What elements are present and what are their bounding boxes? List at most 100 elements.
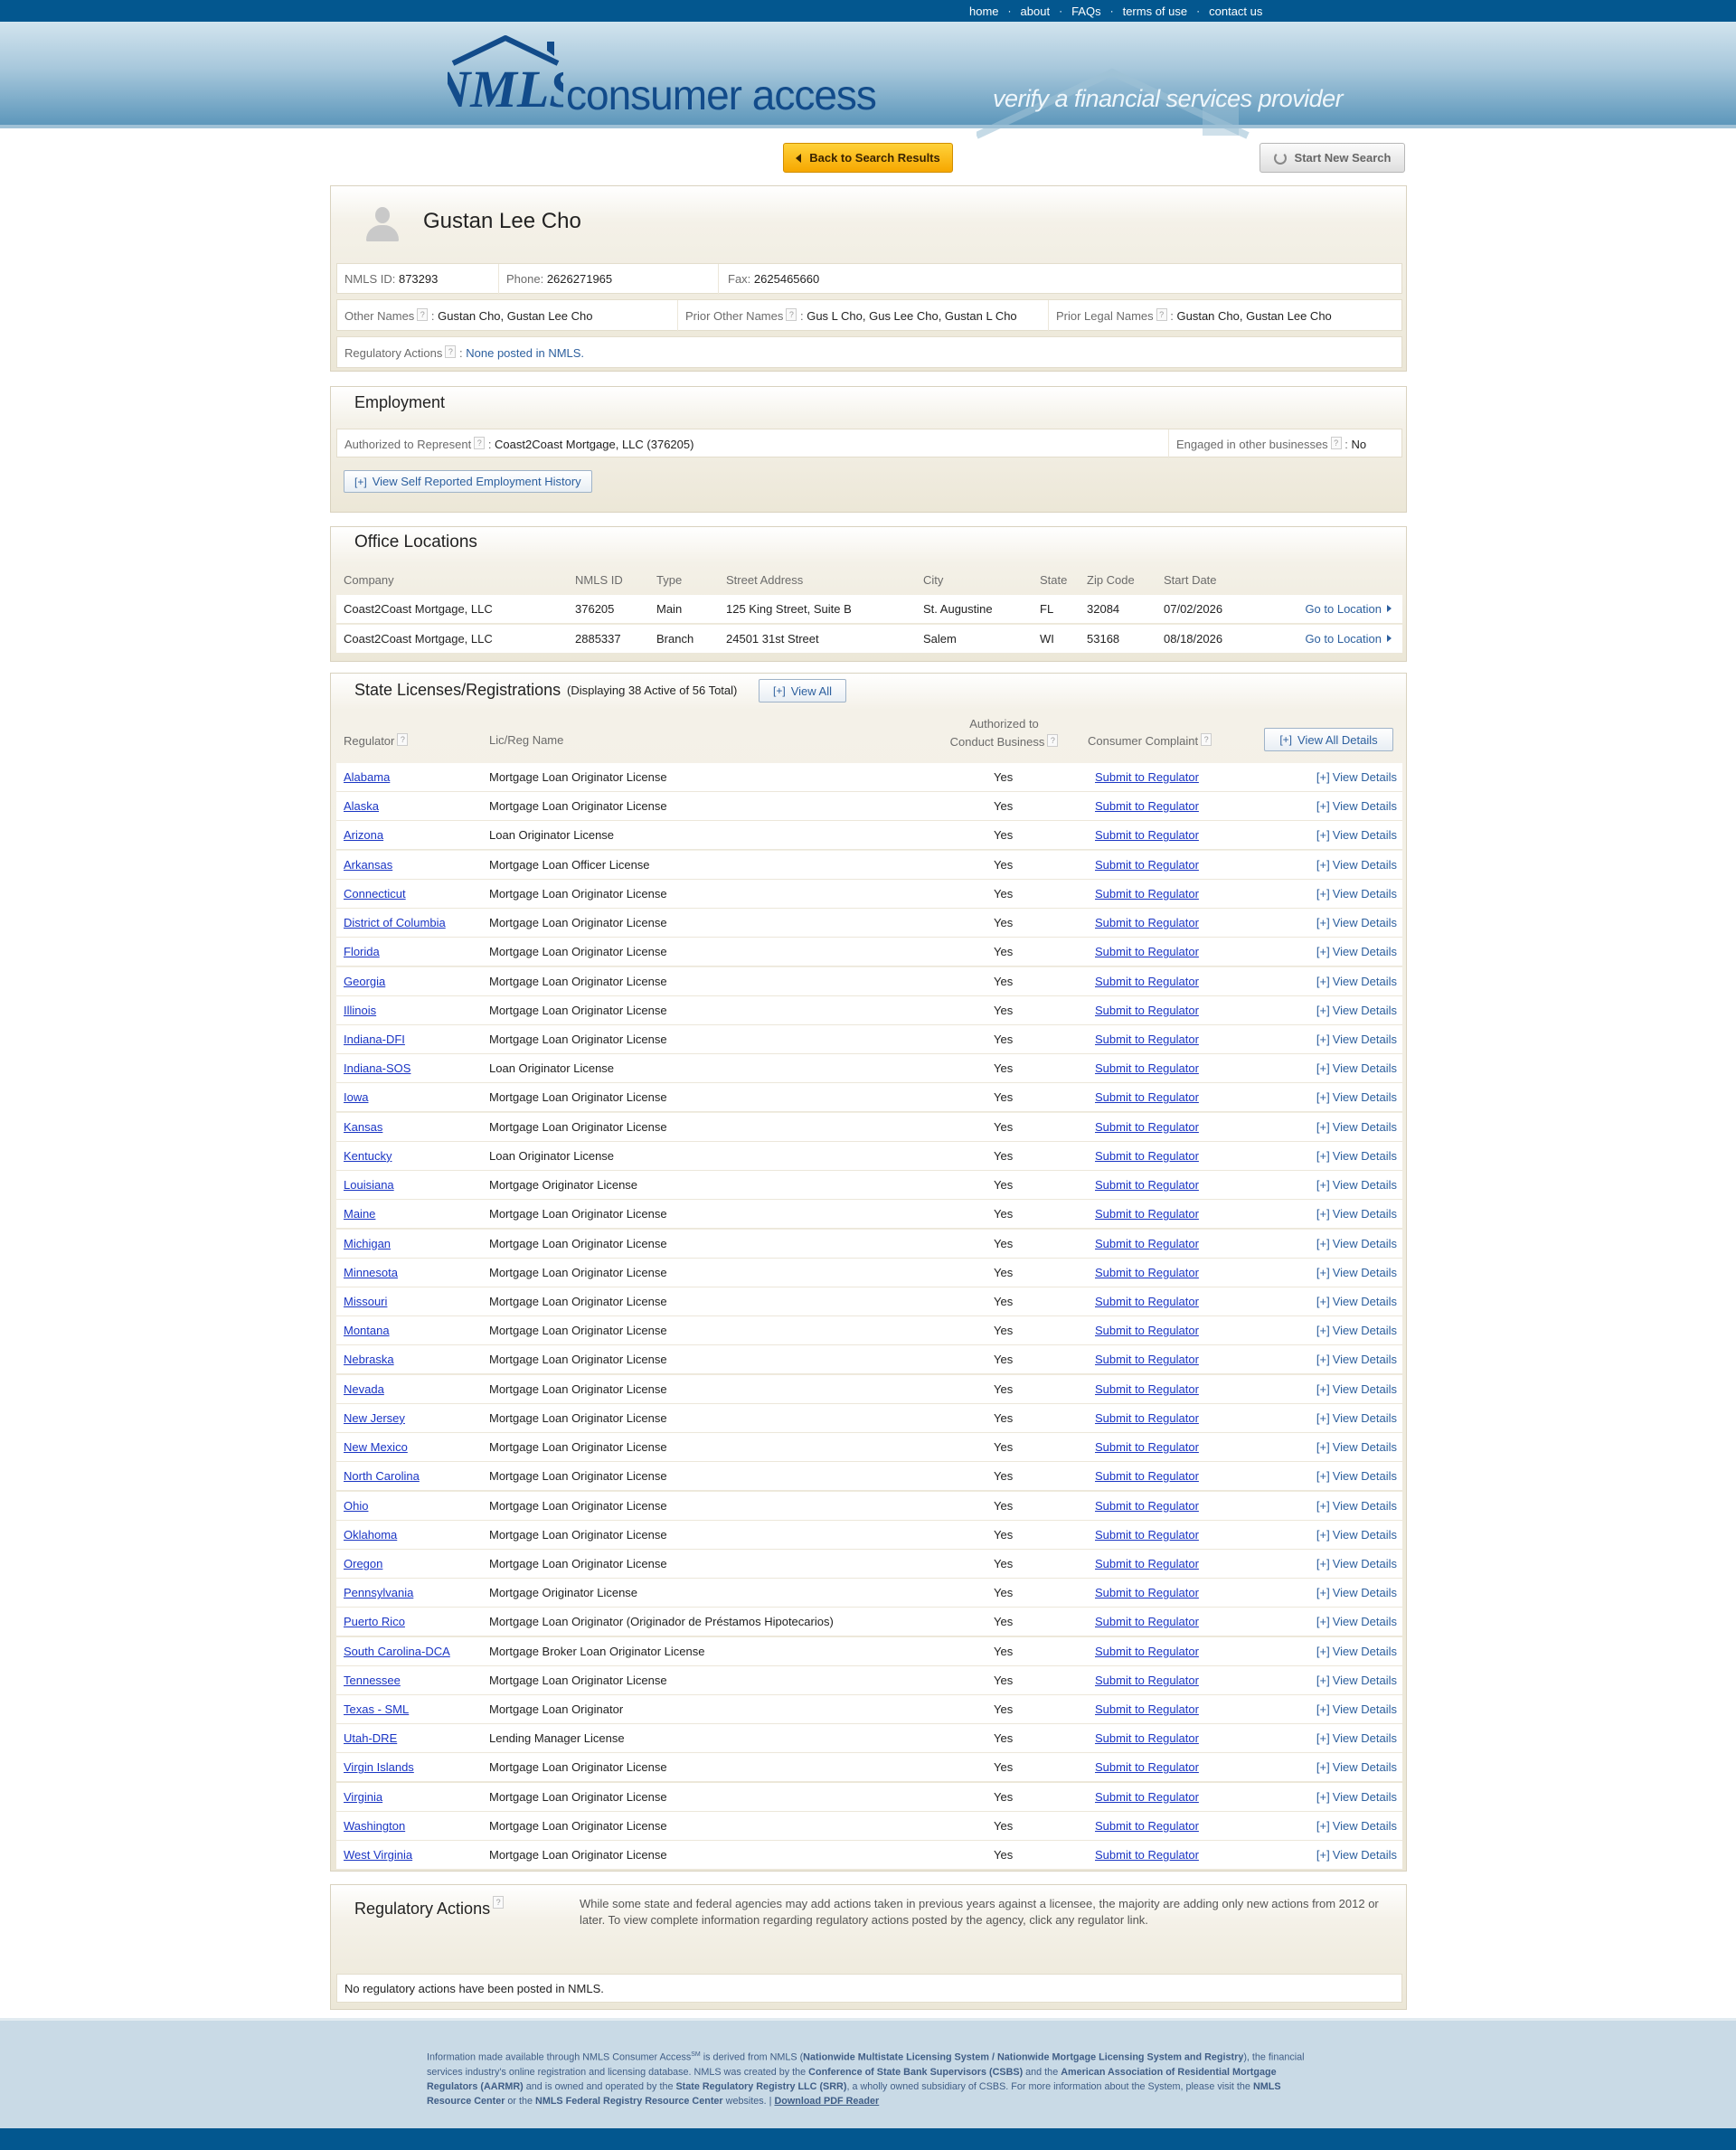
view-details-link[interactable]: [+] View Details (1316, 1674, 1397, 1687)
submit-to-regulator-link[interactable]: Submit to Regulator (1095, 1760, 1199, 1774)
view-details-link[interactable]: [+] View Details (1316, 1033, 1397, 1046)
submit-to-regulator-link[interactable]: Submit to Regulator (1095, 1178, 1199, 1192)
regulator-link[interactable]: West Virginia (344, 1848, 412, 1862)
help-icon[interactable]: ? (786, 308, 797, 321)
submit-to-regulator-link[interactable]: Submit to Regulator (1095, 1557, 1199, 1570)
pdf-reader-link[interactable]: Download PDF Reader (774, 2096, 879, 2107)
view-details-link[interactable]: [+] View Details (1316, 1790, 1397, 1804)
start-new-search-button[interactable]: Start New Search (1260, 143, 1405, 173)
regulator-link[interactable]: Oregon (344, 1557, 382, 1570)
view-details-link[interactable]: [+] View Details (1316, 828, 1397, 842)
view-details-link[interactable]: [+] View Details (1316, 1499, 1397, 1513)
view-details-link[interactable]: [+] View Details (1316, 1324, 1397, 1337)
regulator-link[interactable]: Connecticut (344, 887, 406, 901)
submit-to-regulator-link[interactable]: Submit to Regulator (1095, 1790, 1199, 1804)
regulator-link[interactable]: Georgia (344, 975, 385, 988)
nav-terms-link[interactable]: terms of use (1114, 5, 1197, 18)
regulator-link[interactable]: Alaska (344, 799, 379, 813)
regulator-link[interactable]: Minnesota (344, 1266, 398, 1279)
view-details-link[interactable]: [+] View Details (1316, 1760, 1397, 1774)
regulator-link[interactable]: Arkansas (344, 858, 392, 872)
regulator-link[interactable]: Virgin Islands (344, 1760, 414, 1774)
regulator-link[interactable]: Maine (344, 1207, 375, 1221)
regulator-link[interactable]: Indiana-DFI (344, 1033, 405, 1046)
view-details-link[interactable]: [+] View Details (1316, 975, 1397, 988)
view-details-link[interactable]: [+] View Details (1316, 1819, 1397, 1833)
regulator-link[interactable]: Texas - SML (344, 1702, 409, 1716)
view-details-link[interactable]: [+] View Details (1316, 1848, 1397, 1862)
federal-registry-link[interactable]: NMLS Federal Registry Resource Center (535, 2096, 723, 2107)
regulator-link[interactable]: New Mexico (344, 1440, 408, 1454)
submit-to-regulator-link[interactable]: Submit to Regulator (1095, 1615, 1199, 1628)
view-details-link[interactable]: [+] View Details (1316, 1645, 1397, 1658)
regulator-link[interactable]: Kentucky (344, 1149, 392, 1163)
view-details-link[interactable]: [+] View Details (1316, 1120, 1397, 1134)
submit-to-regulator-link[interactable]: Submit to Regulator (1095, 1528, 1199, 1542)
regulator-link[interactable]: Nevada (344, 1382, 384, 1396)
regulator-link[interactable]: Missouri (344, 1295, 387, 1308)
submit-to-regulator-link[interactable]: Submit to Regulator (1095, 1440, 1199, 1454)
submit-to-regulator-link[interactable]: Submit to Regulator (1095, 1237, 1199, 1250)
regulator-link[interactable]: Oklahoma (344, 1528, 397, 1542)
regulator-link[interactable]: Puerto Rico (344, 1615, 405, 1628)
help-icon[interactable]: ? (493, 1896, 505, 1909)
submit-to-regulator-link[interactable]: Submit to Regulator (1095, 1004, 1199, 1017)
submit-to-regulator-link[interactable]: Submit to Regulator (1095, 1586, 1199, 1599)
view-details-link[interactable]: [+] View Details (1316, 1702, 1397, 1716)
regulator-link[interactable]: Iowa (344, 1090, 368, 1104)
help-icon[interactable]: ? (417, 308, 429, 321)
help-icon[interactable]: ? (397, 733, 409, 746)
submit-to-regulator-link[interactable]: Submit to Regulator (1095, 1411, 1199, 1425)
view-details-link[interactable]: [+] View Details (1316, 1004, 1397, 1017)
view-details-link[interactable]: [+] View Details (1316, 1440, 1397, 1454)
regulator-link[interactable]: Michigan (344, 1237, 391, 1250)
submit-to-regulator-link[interactable]: Submit to Regulator (1095, 1645, 1199, 1658)
view-details-link[interactable]: [+] View Details (1316, 1295, 1397, 1308)
view-details-link[interactable]: [+] View Details (1316, 1615, 1397, 1628)
view-details-link[interactable]: [+] View Details (1316, 1557, 1397, 1570)
regulator-link[interactable]: Florida (344, 945, 380, 958)
regulator-link[interactable]: Indiana-SOS (344, 1061, 410, 1075)
view-details-link[interactable]: [+] View Details (1316, 1090, 1397, 1104)
view-details-link[interactable]: [+] View Details (1316, 945, 1397, 958)
view-details-link[interactable]: [+] View Details (1316, 1266, 1397, 1279)
go-to-location-link[interactable]: Go to Location (1305, 602, 1392, 616)
view-details-link[interactable]: [+] View Details (1316, 1469, 1397, 1483)
view-details-link[interactable]: [+] View Details (1316, 1207, 1397, 1221)
view-details-link[interactable]: [+] View Details (1316, 1528, 1397, 1542)
employment-history-button[interactable]: [+] View Self Reported Employment History (344, 470, 592, 493)
regulator-link[interactable]: Montana (344, 1324, 390, 1337)
view-details-link[interactable]: [+] View Details (1316, 770, 1397, 784)
submit-to-regulator-link[interactable]: Submit to Regulator (1095, 1061, 1199, 1075)
submit-to-regulator-link[interactable]: Submit to Regulator (1095, 1469, 1199, 1483)
help-icon[interactable]: ? (1047, 734, 1059, 747)
view-details-link[interactable]: [+] View Details (1316, 1237, 1397, 1250)
submit-to-regulator-link[interactable]: Submit to Regulator (1095, 770, 1199, 784)
regulator-link[interactable]: Washington (344, 1819, 405, 1833)
regulator-link[interactable]: New Jersey (344, 1411, 405, 1425)
help-icon[interactable]: ? (1201, 733, 1212, 746)
submit-to-regulator-link[interactable]: Submit to Regulator (1095, 1499, 1199, 1513)
nav-about-link[interactable]: about (1012, 5, 1060, 18)
help-icon[interactable]: ? (1156, 308, 1167, 321)
submit-to-regulator-link[interactable]: Submit to Regulator (1095, 1702, 1199, 1716)
submit-to-regulator-link[interactable]: Submit to Regulator (1095, 1033, 1199, 1046)
submit-to-regulator-link[interactable]: Submit to Regulator (1095, 1090, 1199, 1104)
submit-to-regulator-link[interactable]: Submit to Regulator (1095, 828, 1199, 842)
regulator-link[interactable]: Nebraska (344, 1353, 394, 1366)
submit-to-regulator-link[interactable]: Submit to Regulator (1095, 1149, 1199, 1163)
regulator-link[interactable]: Ohio (344, 1499, 368, 1513)
help-icon[interactable]: ? (445, 345, 457, 358)
view-details-link[interactable]: [+] View Details (1316, 1149, 1397, 1163)
view-details-link[interactable]: [+] View Details (1316, 799, 1397, 813)
submit-to-regulator-link[interactable]: Submit to Regulator (1095, 1295, 1199, 1308)
submit-to-regulator-link[interactable]: Submit to Regulator (1095, 1819, 1199, 1833)
view-details-link[interactable]: [+] View Details (1316, 1586, 1397, 1599)
regulator-link[interactable]: Kansas (344, 1120, 382, 1134)
view-details-link[interactable]: [+] View Details (1316, 1178, 1397, 1192)
regulator-link[interactable]: Illinois (344, 1004, 376, 1017)
submit-to-regulator-link[interactable]: Submit to Regulator (1095, 799, 1199, 813)
regulator-link[interactable]: North Carolina (344, 1469, 420, 1483)
view-details-link[interactable]: [+] View Details (1316, 1411, 1397, 1425)
submit-to-regulator-link[interactable]: Submit to Regulator (1095, 858, 1199, 872)
